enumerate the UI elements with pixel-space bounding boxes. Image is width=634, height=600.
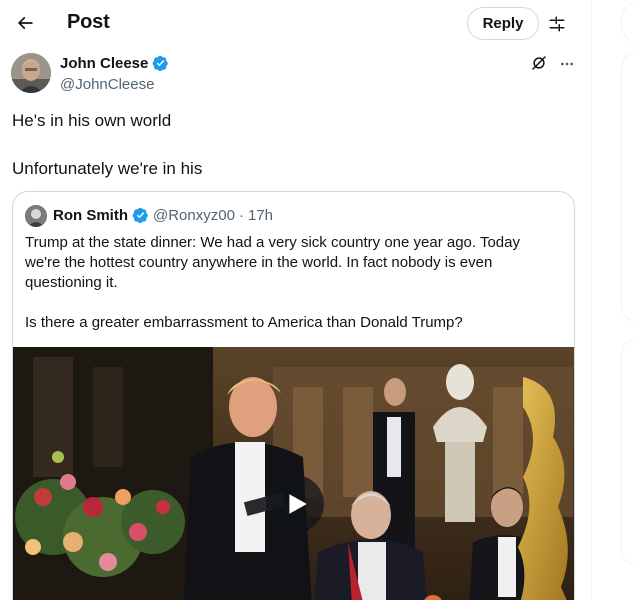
post-text: He's in his own world Unfortunately we'r… <box>12 110 577 180</box>
reply-button[interactable]: Reply <box>467 7 539 40</box>
video-player[interactable] <box>13 347 574 600</box>
search-box[interactable] <box>621 0 634 44</box>
quoted-post-card[interactable]: Ron Smith @Ronxyz00 · 17h Trump at the s… <box>12 191 575 600</box>
sidebar-card <box>621 338 634 566</box>
quoted-author-name[interactable]: Ron Smith <box>53 207 128 224</box>
filter-button[interactable] <box>544 11 570 37</box>
verified-badge-icon <box>132 207 149 224</box>
sliders-icon <box>549 16 565 32</box>
play-button[interactable] <box>266 475 324 533</box>
author-name[interactable]: John Cleese <box>60 55 148 72</box>
sidebar-card <box>621 52 634 322</box>
video-thumbnail <box>13 347 574 600</box>
quoted-author-avatar[interactable] <box>25 205 47 227</box>
quoted-post-header: Ron Smith @Ronxyz00 · 17h <box>53 207 273 224</box>
avatar-image <box>11 53 51 93</box>
verified-badge-icon <box>152 55 169 72</box>
page-title: Post <box>67 11 110 33</box>
quoted-post-text: Trump at the state dinner: We had a very… <box>25 233 545 333</box>
grok-icon <box>532 56 546 70</box>
main-column: Post Reply John Cleese @JohnCleese He's … <box>0 0 592 600</box>
post-header: Post Reply <box>0 0 592 48</box>
more-dots-icon <box>561 62 573 66</box>
back-arrow-icon <box>17 16 33 30</box>
quoted-text-paragraph: Trump at the state dinner: We had a very… <box>25 234 520 291</box>
post-text-line: He's in his own world <box>12 111 172 130</box>
quoted-text-paragraph: Is there a greater embarrassment to Amer… <box>25 314 463 331</box>
back-button[interactable] <box>8 6 42 40</box>
quoted-avatar-image <box>25 205 47 227</box>
separator-dot: · <box>238 207 244 224</box>
quoted-author-handle[interactable]: @Ronxyz00 <box>153 207 235 224</box>
more-options-button[interactable] <box>557 54 577 74</box>
author-avatar[interactable] <box>11 53 51 93</box>
author-name-row[interactable]: John Cleese <box>60 55 169 72</box>
quoted-post-time[interactable]: 17h <box>248 207 273 224</box>
grok-button[interactable] <box>530 54 550 74</box>
post-text-line: Unfortunately we're in his <box>12 159 203 178</box>
right-sidebar <box>593 0 634 600</box>
play-icon <box>289 494 307 514</box>
author-handle[interactable]: @JohnCleese <box>60 76 154 93</box>
